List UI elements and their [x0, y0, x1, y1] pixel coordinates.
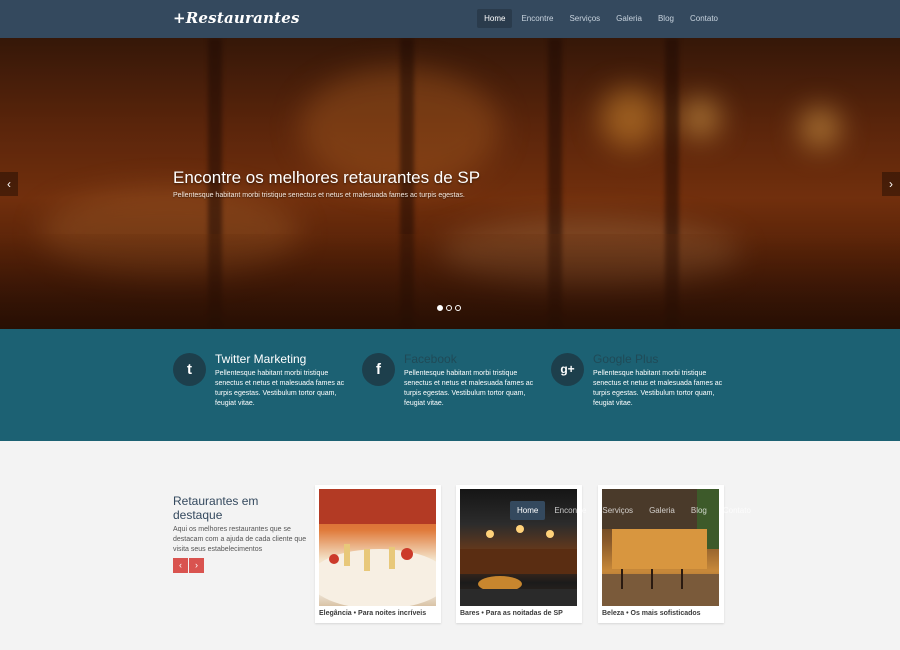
chevron-right-icon[interactable]: › — [882, 172, 900, 196]
card-caption: Bares • Para as noitadas de SP — [460, 610, 563, 617]
featured-title: Retaurantes em destaque — [173, 494, 259, 522]
carousel-dot[interactable] — [455, 305, 461, 311]
features-section: t Twitter Marketing Pellentesque habitan… — [0, 329, 900, 441]
restaurant-photo-art — [319, 489, 436, 606]
card-caption: Beleza • Os mais sofisticados — [602, 610, 701, 617]
nav-encontre[interactable]: Encontre — [547, 501, 593, 520]
chevron-left-icon[interactable]: ‹ — [0, 172, 18, 196]
card-caption: Elegância • Para noites incríveis — [319, 610, 427, 617]
nav-galeria[interactable]: Galeria — [642, 501, 682, 520]
hero-subtitle: Pellentesque habitant morbi tristique se… — [173, 192, 465, 199]
nav-home[interactable]: Home — [510, 501, 546, 520]
feature-title: Facebook — [404, 352, 457, 366]
google-plus-icon: g+ — [551, 353, 584, 386]
carousel-dot[interactable] — [446, 305, 452, 311]
nav-servicos[interactable]: Serviços — [562, 9, 607, 28]
main-nav: Home Encontre Serviços Galeria Blog Cont… — [475, 9, 725, 28]
feature-text: Pellentesque habitant morbi tristique se… — [215, 370, 345, 407]
nav-home[interactable]: Home — [477, 9, 513, 28]
nav-contato[interactable]: Contato — [716, 501, 758, 520]
carousel-indicators — [437, 305, 461, 311]
hero-title: Encontre os melhores retaurantes de SP — [173, 168, 481, 187]
featured-pager: ‹ › — [173, 558, 204, 573]
facebook-icon: f — [362, 353, 395, 386]
nav-blog[interactable]: Blog — [684, 501, 714, 520]
next-button[interactable]: › — [189, 558, 204, 573]
feature-text: Pellentesque habitant morbi tristique se… — [593, 370, 723, 407]
featured-section: Retaurantes em destaque Aqui os melhores… — [0, 441, 900, 650]
nav-encontre[interactable]: Encontre — [514, 9, 560, 28]
nav-servicos[interactable]: Serviços — [595, 501, 640, 520]
restaurant-card[interactable]: Elegância • Para noites incríveis — [315, 485, 441, 623]
twitter-icon: t — [173, 353, 206, 386]
nav-contato[interactable]: Contato — [683, 9, 725, 28]
top-navbar: +Restaurantes Home Encontre Serviços Gal… — [0, 0, 900, 38]
featured-description: Aqui os melhores restaurantes que se des… — [173, 526, 307, 553]
feature-text: Pellentesque habitant morbi tristique se… — [404, 370, 534, 407]
brand-logo[interactable]: +Restaurantes — [173, 9, 300, 27]
feature-title: Twitter Marketing — [215, 352, 307, 366]
restaurant-photo — [319, 489, 436, 606]
hero-carousel: Encontre os melhores retaurantes de SP P… — [0, 38, 900, 329]
carousel-dot[interactable] — [437, 305, 443, 311]
overlay-nav: Home Encontre Serviços Galeria Blog Cont… — [508, 501, 758, 520]
nav-galeria[interactable]: Galeria — [609, 9, 649, 28]
feature-title: Google Plus — [593, 352, 659, 366]
prev-button[interactable]: ‹ — [173, 558, 188, 573]
nav-blog[interactable]: Blog — [651, 9, 681, 28]
